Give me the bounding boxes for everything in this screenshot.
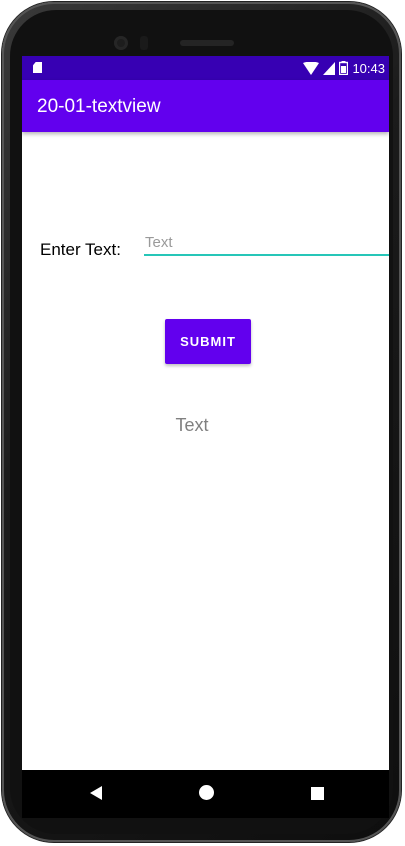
battery-icon [339,61,349,75]
submit-button[interactable]: SUBMIT [165,319,251,364]
device-screen: 10:43 20-01-textview Enter Text: SUBMIT … [22,56,389,818]
app-title: 20-01-textview [37,96,161,117]
status-bar: 10:43 [22,56,389,80]
output-text: Text [175,415,209,435]
enter-text-label: Enter Text: [40,240,121,259]
home-icon[interactable] [199,785,214,800]
back-icon[interactable] [90,786,102,805]
app-bar: 20-01-textview [22,80,389,132]
camera-icon [114,36,128,50]
text-input[interactable] [144,230,389,256]
navigation-bar [22,770,389,818]
status-clock: 10:43 [352,60,385,76]
signal-icon [323,61,336,75]
wifi-icon [303,61,320,75]
speaker-icon [180,40,234,46]
sd-card-icon [33,62,42,73]
sensor-icon [140,36,148,50]
status-icons: 10:43 [303,60,385,76]
recents-icon[interactable] [311,787,324,800]
